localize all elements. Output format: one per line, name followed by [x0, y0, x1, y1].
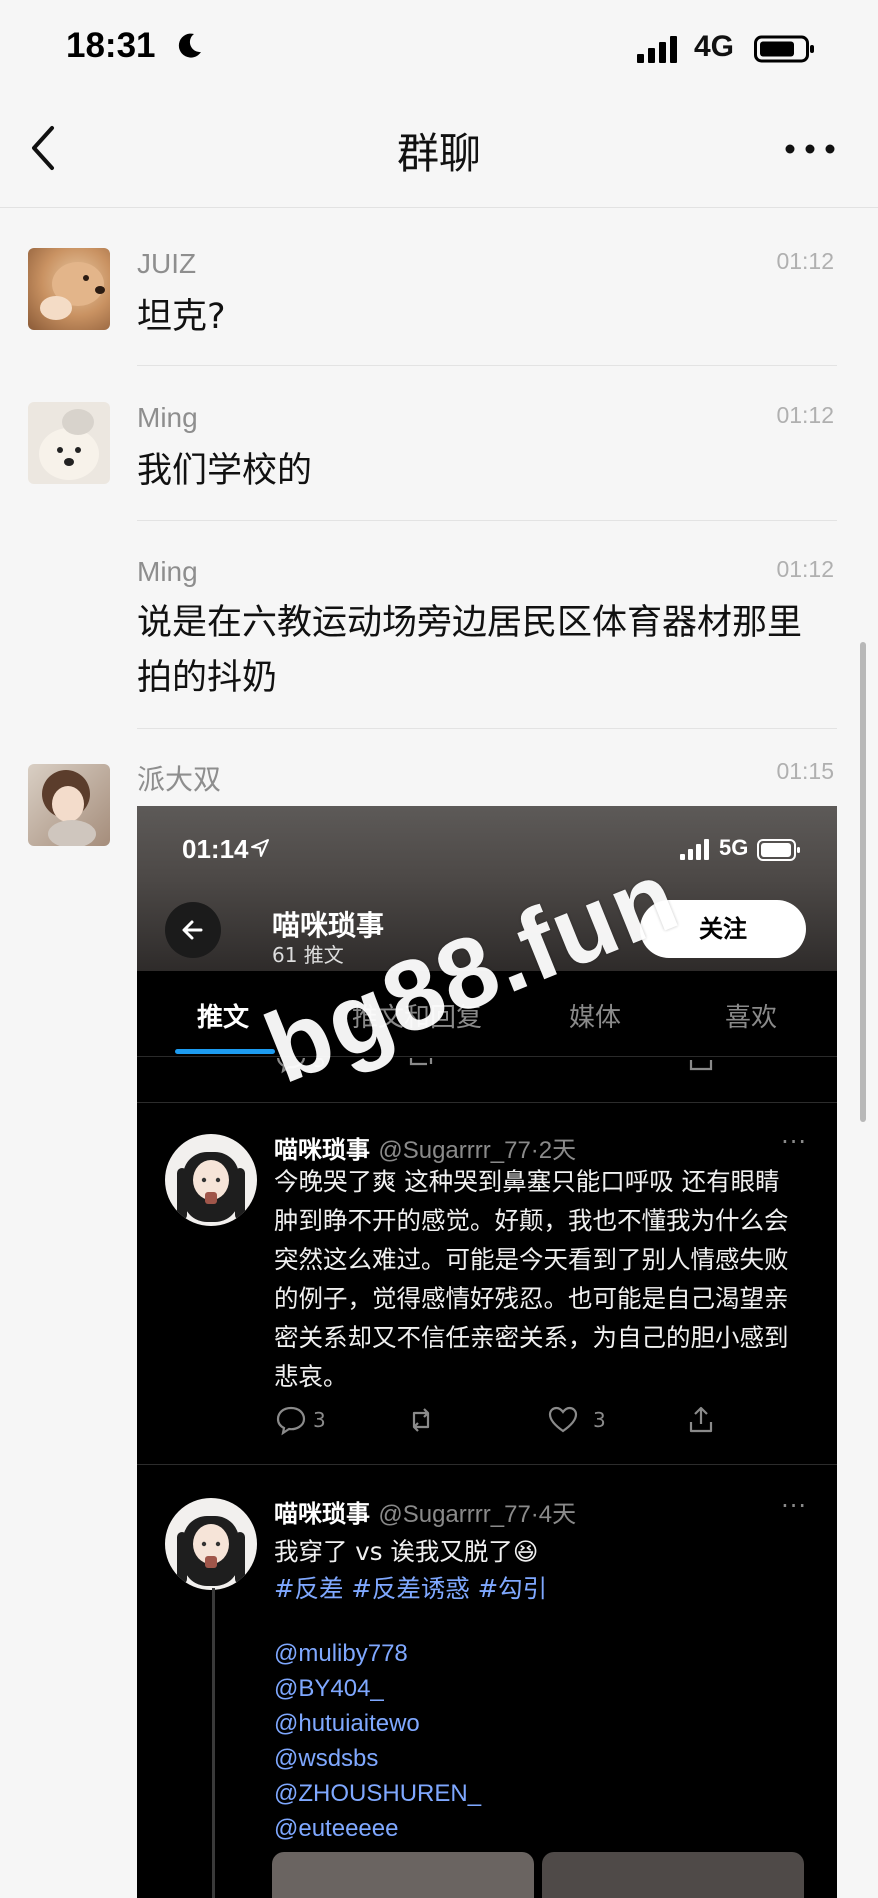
avatar[interactable] [28, 764, 110, 846]
status-bar: 18:31 4G [0, 0, 878, 98]
reply-count: 3 [313, 1408, 326, 1432]
embedded-tweet-author: 喵咪琐事 @Sugarrrr_77·4天 [274, 1494, 576, 1529]
embedded-profile-sub: 61 推文 [272, 943, 344, 967]
message-item[interactable]: Ming 01:12 我们学校的 [0, 384, 878, 519]
mention-link: @BY404_ [274, 1675, 384, 1702]
more-dots-icon[interactable] [782, 134, 838, 164]
divider [137, 365, 837, 366]
embedded-tweet-tags: #反差 #反差诱惑 #勾引 [274, 1574, 548, 1603]
message-text: 我们学校的 [137, 451, 313, 491]
status-time: 18:31 [66, 26, 156, 65]
retweet-icon [409, 1058, 433, 1066]
tweet-more-icon: ··· [781, 1128, 807, 1156]
share-icon [689, 1406, 713, 1433]
embedded-tweet-body: 我穿了 vs 诶我又脱了😆 [274, 1537, 539, 1566]
sender-name: Ming [137, 556, 198, 587]
battery-icon [757, 839, 800, 861]
reply-icon [276, 1406, 306, 1436]
page-title: 群聊 [396, 129, 481, 178]
moon-icon [178, 33, 201, 58]
embedded-separator [137, 1464, 837, 1465]
embedded-network-label: 5G [719, 835, 749, 860]
like-count: 3 [593, 1408, 606, 1432]
anime-avatar-image [177, 1516, 245, 1586]
mention-link: @euteeeee [274, 1815, 399, 1842]
embedded-tab: 媒体 [569, 1003, 622, 1033]
message-text: 坦克? [137, 297, 226, 337]
avatar[interactable] [28, 248, 110, 330]
message-item[interactable]: Ming 01:12 说是在六教运动场旁边居民区体育器材那里拍的抖奶 [0, 538, 878, 728]
embedded-tab: 喜欢 [725, 1003, 778, 1033]
mention-link: @muliby778 [274, 1640, 408, 1667]
network-label: 4G [694, 30, 735, 63]
avatar-dog-image [39, 409, 99, 480]
message-time: 01:12 [776, 402, 834, 428]
embedded-tweet-avatar [165, 1134, 257, 1226]
embedded-tab-underline [175, 1049, 275, 1054]
avatar-girl-image [42, 770, 96, 846]
tweet-handle: @Sugarrrr_77·2天 [378, 1137, 577, 1164]
embedded-tweet-avatar [165, 1498, 257, 1590]
battery-icon [754, 35, 814, 63]
signal-icon [637, 36, 677, 63]
avatar[interactable] [28, 402, 110, 484]
embedded-action-row: 3 3 [137, 1404, 837, 1444]
mention-link: @ZHOUSHUREN_ [274, 1780, 482, 1807]
mention-link: @hutuiaitewo [274, 1710, 420, 1737]
like-icon [548, 1406, 578, 1433]
share-icon [689, 1060, 713, 1071]
message-time: 01:15 [776, 758, 834, 784]
tweet-more-icon: ··· [781, 1492, 807, 1520]
tweet-author-name: 喵咪琐事 [274, 1500, 370, 1528]
anime-avatar-image [177, 1152, 245, 1222]
embedded-tweet-author: 喵咪琐事 @Sugarrrr_77·2天 [274, 1130, 576, 1165]
message-item[interactable]: JUIZ 01:12 坦克? [0, 230, 878, 365]
embedded-back-button [165, 902, 221, 958]
mention-link: @wsdsbs [274, 1745, 379, 1772]
tweet-handle: @Sugarrrr_77·4天 [378, 1501, 577, 1528]
signal-icon [680, 839, 709, 860]
message-time: 01:12 [776, 556, 834, 582]
sender-name: Ming [137, 402, 198, 433]
message-text: 说是在六教运动场旁边居民区体育器材那里拍的抖奶 [137, 603, 803, 698]
message-item[interactable]: 派大双 01:15 [0, 746, 878, 846]
divider [137, 520, 837, 521]
embedded-status-time: 01:14 [182, 834, 249, 864]
divider [137, 728, 837, 729]
retweet-icon [412, 1408, 430, 1432]
location-arrow-icon [251, 839, 269, 857]
embedded-profile-name: 喵咪琐事 [272, 909, 385, 942]
embedded-separator [137, 1102, 837, 1103]
nav-bar: 群聊 [0, 98, 878, 208]
scrollbar[interactable] [860, 642, 866, 1122]
embedded-media-thumbnail [272, 1852, 534, 1898]
embedded-media-thumbnail [542, 1852, 804, 1898]
thread-line [212, 1588, 215, 1898]
sender-name: JUIZ [137, 248, 197, 279]
avatar-dog-image [40, 262, 105, 320]
message-time: 01:12 [776, 248, 834, 274]
embedded-action-row: 3 [137, 1058, 837, 1074]
sender-name: 派大双 [137, 764, 222, 795]
embedded-tab: 推文 [197, 1003, 250, 1033]
back-arrow-icon [182, 920, 203, 940]
embedded-tweet-body: 今晚哭了爽 这种哭到鼻塞只能口呼吸 还有眼睛肿到睁不开的感觉。好颠，我也不懂我为… [274, 1167, 789, 1391]
tweet-author-name: 喵咪琐事 [274, 1136, 370, 1164]
